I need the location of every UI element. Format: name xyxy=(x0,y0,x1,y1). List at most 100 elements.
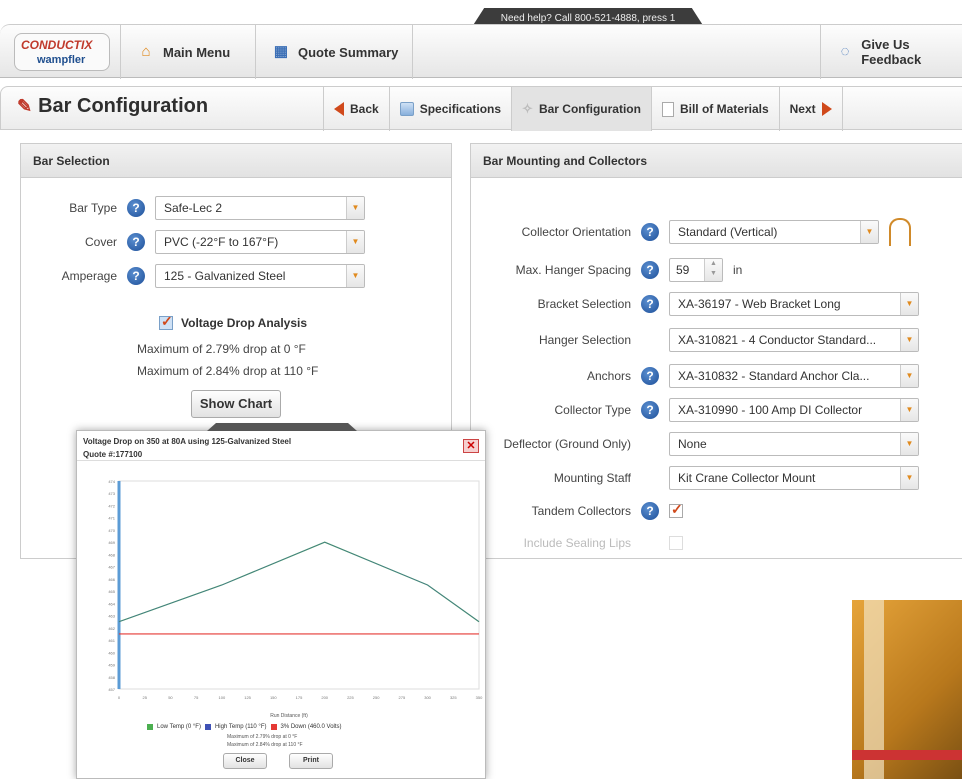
max-hanger-spacing-unit: in xyxy=(733,263,743,277)
quote-summary-link[interactable]: ▦ Quote Summary xyxy=(255,25,398,79)
tab-bill-of-materials[interactable]: Bill of Materials xyxy=(650,87,779,131)
tandem-collectors-checkbox[interactable] xyxy=(669,501,683,518)
specifications-icon xyxy=(399,102,414,116)
feedback-link[interactable]: ◌ Give Us Feedback xyxy=(820,25,962,79)
chart-axes: 457 458 459 460 461 462 463 464 465 466 467 468 469 4… xyxy=(108,479,483,700)
bracket-selection-label: Bracket Selection xyxy=(537,297,631,311)
chart-y-tick-label: 468 xyxy=(108,552,115,557)
voltage-drop-label: Voltage Drop Analysis xyxy=(181,316,308,330)
tab-specifications-label: Specifications xyxy=(419,102,502,116)
chevron-down-icon: ▼ xyxy=(900,365,918,387)
chart-y-tick-label: 474 xyxy=(108,479,115,484)
sealing-lips-checkbox[interactable] xyxy=(669,536,683,550)
chart-x-tick-label: 100 xyxy=(219,695,226,700)
chart-y-tick-label: 470 xyxy=(108,528,115,533)
amperage-label: Amperage xyxy=(61,269,117,283)
chart-y-tick-label: 462 xyxy=(108,626,115,631)
tab-bar-configuration[interactable]: ✧ Bar Configuration xyxy=(511,87,651,131)
amperage-select[interactable]: 125 - Galvanized Steel ▼ xyxy=(155,264,365,288)
hanger-selection-select[interactable]: XA-310821 - 4 Conductor Standard... ▼ xyxy=(669,328,919,352)
chart-plot-area xyxy=(118,480,480,690)
page-title: ✎ Bar Configuration xyxy=(17,95,208,118)
mounting-staff-select[interactable]: Kit Crane Collector Mount ▼ xyxy=(669,466,919,490)
page-header: ✎ Bar Configuration Back Specifications … xyxy=(0,86,962,131)
brand-logo-subtext: wampfler xyxy=(37,54,86,66)
tab-specifications[interactable]: Specifications xyxy=(388,87,511,131)
help-icon[interactable]: ? xyxy=(127,199,145,217)
top-bar: CONDUCTIX wampfler ⌂ Main Menu ▦ Quote S… xyxy=(0,24,962,79)
help-icon[interactable]: ? xyxy=(641,223,659,241)
page-title-text: Bar Configuration xyxy=(38,95,209,117)
cover-select[interactable]: PVC (-22°F to 167°F) ▼ xyxy=(155,230,365,254)
chart-y-tick-label: 457 xyxy=(108,687,115,692)
bracket-selection-row: Bracket Selection ? XA-36197 - Web Brack… xyxy=(471,292,919,316)
modal-quote-number: Quote #:177100 xyxy=(83,450,143,459)
legend-low-temp: Low Temp (0 °F) xyxy=(157,724,201,730)
main-menu-link[interactable]: ⌂ Main Menu xyxy=(120,25,230,79)
back-label: Back xyxy=(350,102,379,116)
anchors-select[interactable]: XA-310832 - Standard Anchor Cla... ▼ xyxy=(669,364,919,388)
tandem-collectors-label: Tandem Collectors xyxy=(531,504,631,518)
next-button[interactable]: Next xyxy=(778,87,843,131)
voltage-drop-chart: 457 458 459 460 461 462 463 464 465 466 467 468 469 4… xyxy=(108,479,483,719)
chevron-down-icon: ▼ xyxy=(346,265,364,287)
chart-y-tick-label: 466 xyxy=(108,577,115,582)
help-icon[interactable]: ? xyxy=(641,502,659,520)
chevron-down-icon: ▼ xyxy=(900,433,918,455)
help-icon[interactable]: ? xyxy=(641,401,659,419)
bracket-selection-select[interactable]: XA-36197 - Web Bracket Long ▼ xyxy=(669,292,919,316)
voltage-drop-checkbox[interactable] xyxy=(159,313,173,330)
chart-y-tick-label: 463 xyxy=(108,614,115,619)
amperage-row: Amperage ? 125 - Galvanized Steel ▼ xyxy=(21,264,365,288)
bar-selection-title: Bar Selection xyxy=(21,144,451,178)
modal-print-button[interactable]: Print xyxy=(289,753,333,769)
help-icon[interactable]: ? xyxy=(127,267,145,285)
chart-y-tick-label: 461 xyxy=(108,638,115,643)
help-icon[interactable]: ? xyxy=(641,367,659,385)
next-label: Next xyxy=(789,102,816,116)
chart-x-tick-label: 250 xyxy=(373,695,380,700)
collector-orientation-label: Collector Orientation xyxy=(521,225,631,239)
deflector-select[interactable]: None ▼ xyxy=(669,432,919,456)
chart-y-tick-label: 469 xyxy=(108,540,115,545)
chart-x-axis-label: Run Distance (ft) xyxy=(270,713,308,719)
voltage-drop-chart-modal: Voltage Drop on 350 at 80A using 125-Gal… xyxy=(76,423,486,779)
back-button[interactable]: Back xyxy=(323,87,389,131)
legend-high-temp: High Temp (110 °F) xyxy=(214,724,267,730)
spinner-icon[interactable]: ▲ ▼ xyxy=(704,259,722,281)
modal-help-tab xyxy=(207,423,357,431)
collector-type-select[interactable]: XA-310990 - 100 Amp DI Collector ▼ xyxy=(669,398,919,422)
nav-divider xyxy=(412,25,413,79)
bar-type-select[interactable]: Safe-Lec 2 ▼ xyxy=(155,196,365,220)
calendar-icon: ▦ xyxy=(273,43,289,60)
max-hanger-spacing-input[interactable]: 59 ▲ ▼ xyxy=(669,258,723,282)
hanger-selection-row: Hanger Selection XA-310821 - 4 Conductor… xyxy=(471,328,919,352)
tab-bar-configuration-label: Bar Configuration xyxy=(538,102,641,116)
close-icon[interactable]: ✕ xyxy=(463,439,479,453)
legend-swatch-down xyxy=(270,724,277,730)
brand-logo[interactable]: CONDUCTIX wampfler xyxy=(14,33,110,71)
help-icon[interactable]: ? xyxy=(127,233,145,251)
max-hanger-spacing-value: 59 xyxy=(676,263,690,277)
show-chart-button[interactable]: Show Chart xyxy=(191,390,281,418)
tandem-collectors-row: Tandem Collectors ? xyxy=(471,501,683,520)
collector-orientation-row: Collector Orientation ? Standard (Vertic… xyxy=(471,218,911,246)
anchors-label: Anchors xyxy=(586,369,631,383)
chart-x-tick-label: 350 xyxy=(476,695,483,700)
help-icon[interactable]: ? xyxy=(641,261,659,279)
legend-swatch-low xyxy=(147,724,153,730)
collector-type-row: Collector Type ? XA-310990 - 100 Amp DI … xyxy=(471,398,919,422)
speech-bubble-icon: ◌ xyxy=(840,43,850,60)
voltage-drop-toggle[interactable]: Voltage Drop Analysis xyxy=(159,313,308,330)
modal-close-button[interactable]: Close xyxy=(223,753,267,769)
home-icon: ⌂ xyxy=(141,43,151,60)
sealing-lips-label: Include Sealing Lips xyxy=(523,536,631,550)
help-icon[interactable]: ? xyxy=(641,295,659,313)
chart-x-tick-label: 150 xyxy=(270,695,277,700)
drop-line-2: Maximum of 2.84% drop at 110 °F xyxy=(137,364,319,378)
chart-legend: Low Temp (0 °F) High Temp (110 °F) 3% Do… xyxy=(147,724,342,730)
hanger-selection-value: XA-310821 - 4 Conductor Standard... xyxy=(678,333,877,347)
collector-orientation-select[interactable]: Standard (Vertical) ▼ xyxy=(669,220,879,244)
collector-type-label: Collector Type xyxy=(554,403,631,417)
mounting-staff-value: Kit Crane Collector Mount xyxy=(678,471,816,485)
